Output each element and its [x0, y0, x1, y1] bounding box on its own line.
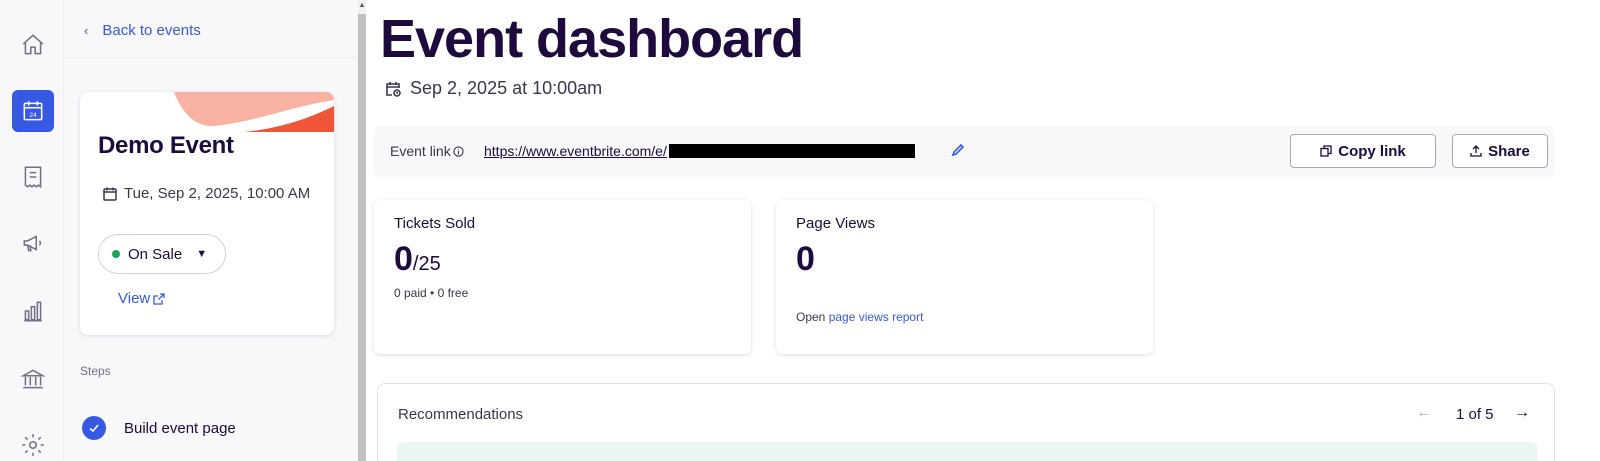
page-views-count: 0 [796, 240, 815, 278]
chevron-left-icon: ‹ [84, 22, 89, 38]
nav-settings[interactable] [12, 424, 54, 461]
share-button[interactable]: Share [1452, 134, 1548, 168]
svg-text:24: 24 [29, 112, 37, 119]
arrow-right-icon[interactable]: → [1514, 404, 1530, 422]
calendar-icon: 24 [23, 101, 43, 121]
event-date-text: Tue, Sep 2, 2025, 10:00 AM [124, 185, 311, 202]
step-build-event-page[interactable]: Build event page [82, 416, 236, 440]
event-link-url-text: https://www.eventbrite.com/e/ [484, 143, 667, 159]
check-circle-icon [82, 416, 106, 440]
back-to-events-link[interactable]: ‹ Back to events [84, 20, 201, 40]
event-link-label-text: Event link [390, 143, 451, 159]
home-icon [22, 34, 44, 55]
tickets-sold-value: 0/25 [394, 240, 441, 279]
arrow-left-icon[interactable]: ← [1416, 404, 1432, 422]
step-label: Build event page [124, 419, 236, 437]
copy-link-button[interactable]: Copy link [1290, 134, 1436, 168]
event-date: Tue, Sep 2, 2025, 10:00 AM [102, 185, 310, 202]
event-summary-card: Demo Event Tue, Sep 2, 2025, 10:00 AM On… [80, 92, 334, 335]
nav-orders[interactable] [12, 156, 54, 198]
bank-icon [20, 369, 46, 389]
event-link-url[interactable]: https://www.eventbrite.com/e/ [484, 143, 915, 159]
status-dot-icon [112, 250, 120, 258]
tickets-breakdown: 0 paid • 0 free [394, 286, 469, 300]
page-views-footer: Open page views report [796, 310, 923, 324]
view-event-link[interactable]: View [118, 290, 165, 307]
page-views-card: Page Views 0 Open page views report [776, 200, 1153, 354]
nav-events[interactable]: 24 [12, 90, 54, 132]
event-name: Demo Event [98, 132, 234, 159]
page-views-report-link[interactable]: page views report [829, 310, 924, 324]
info-icon [453, 145, 464, 157]
page-date: Sep 2, 2025 at 10:00am [384, 78, 602, 99]
receipt-icon [24, 166, 42, 189]
icon-rail: 24 [0, 0, 64, 461]
copy-icon [1320, 145, 1332, 157]
event-status-dropdown[interactable]: On Sale ▼ [98, 234, 226, 274]
event-link-bar: Event link https://www.eventbrite.com/e/… [374, 126, 1554, 177]
nav-finance[interactable] [12, 358, 54, 400]
back-to-events-label: Back to events [102, 21, 201, 39]
card-decoration [174, 92, 334, 132]
pencil-icon[interactable] [950, 142, 966, 158]
event-status-label: On Sale [128, 245, 183, 263]
scrollbar-thumb[interactable] [358, 14, 366, 461]
main-content: Event dashboard Sep 2, 2025 at 10:00am E… [366, 0, 1600, 461]
calendar-icon [103, 187, 117, 201]
bar-chart-icon [24, 301, 42, 322]
upload-icon [1470, 145, 1482, 157]
scroll-up-icon[interactable]: ▲ [358, 2, 366, 9]
tickets-sold-count: 0 [394, 240, 413, 278]
app: 24 ‹ Back to events Demo Event Tue, Sep … [0, 0, 1600, 461]
tickets-sold-title: Tickets Sold [394, 215, 476, 232]
share-label: Share [1488, 142, 1530, 160]
divider [64, 57, 358, 58]
page-title: Event dashboard [380, 9, 804, 69]
calendar-clock-icon [386, 81, 401, 97]
recommendations-pager: 1 of 5 [1456, 406, 1494, 423]
redacted-block [668, 144, 915, 158]
event-side-panel: ‹ Back to events Demo Event Tue, Sep 2, … [64, 0, 358, 461]
recommendation-item[interactable] [397, 442, 1537, 461]
gear-icon [22, 434, 44, 456]
recommendations-title: Recommendations [398, 406, 524, 423]
steps-heading: Steps [80, 364, 111, 378]
page-views-title: Page Views [796, 215, 875, 232]
nav-marketing[interactable] [12, 222, 54, 264]
external-link-icon [153, 292, 165, 305]
page-date-text: Sep 2, 2025 at 10:00am [410, 78, 603, 98]
nav-home[interactable] [12, 24, 54, 66]
recommendations-card: Recommendations ← 1 of 5 → [377, 383, 1555, 461]
open-prefix: Open [796, 310, 826, 324]
tickets-capacity: /25 [412, 253, 441, 275]
event-link-label: Event link [390, 143, 464, 159]
tickets-sold-card: Tickets Sold 0/25 0 paid • 0 free [374, 200, 751, 354]
megaphone-icon [23, 235, 42, 252]
copy-link-label: Copy link [1338, 142, 1406, 160]
chevron-down-icon: ▼ [196, 248, 208, 260]
view-label: View [118, 290, 151, 307]
panel-scrollbar[interactable]: ▲ [358, 0, 366, 461]
nav-reports[interactable] [12, 290, 54, 332]
